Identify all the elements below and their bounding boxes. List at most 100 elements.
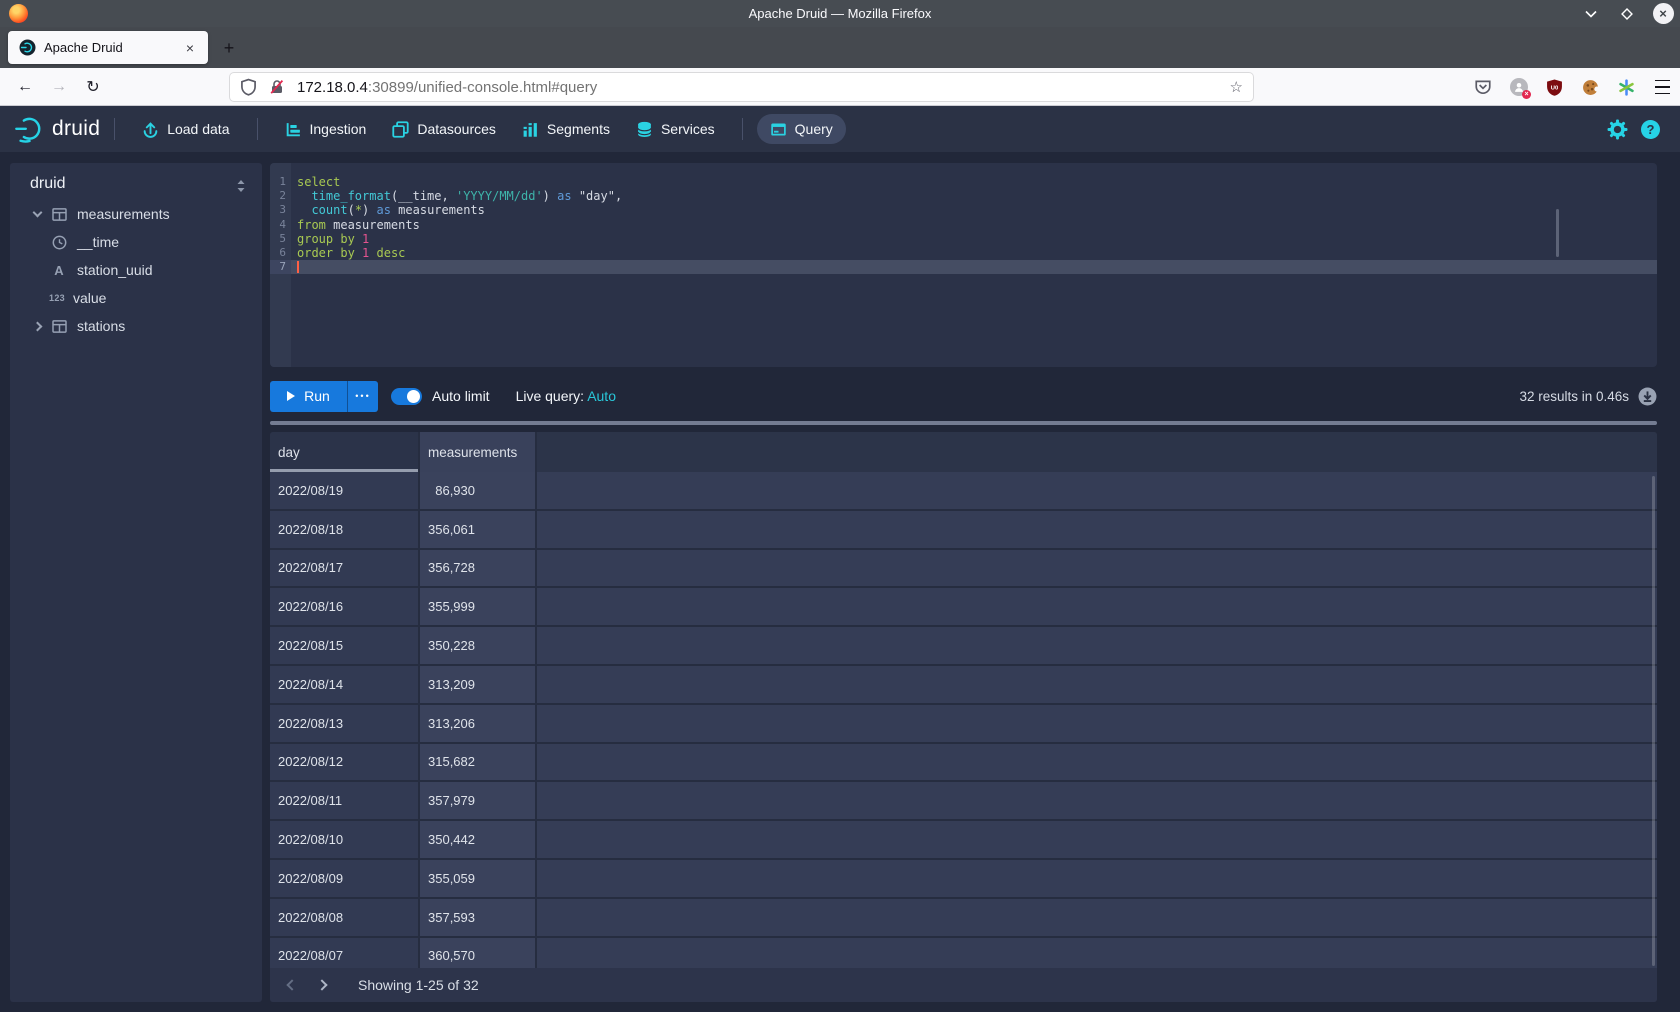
cell-day[interactable]: 2022/08/12 — [270, 744, 420, 783]
sql-editor[interactable]: 1234567 select time_format(__time, 'YYYY… — [270, 163, 1657, 367]
settings-gear-icon[interactable] — [1607, 119, 1628, 140]
cell-day[interactable]: 2022/08/13 — [270, 705, 420, 744]
cell-measurements[interactable]: 356,728 — [420, 550, 537, 589]
cell-measurements[interactable]: 350,228 — [420, 627, 537, 666]
cell-day[interactable]: 2022/08/11 — [270, 782, 420, 821]
tree-item-measurements[interactable]: measurements — [10, 200, 262, 228]
window-maximize-icon[interactable] — [1616, 3, 1638, 25]
asterisk-extension-icon[interactable] — [1617, 78, 1636, 97]
url-text[interactable]: 172.18.0.4:30899/unified-console.html#qu… — [297, 79, 597, 96]
cell-measurements[interactable]: 355,999 — [420, 588, 537, 627]
code-line[interactable] — [297, 260, 1657, 274]
column-header-measurements[interactable]: measurements — [420, 432, 537, 472]
next-page-icon[interactable] — [316, 979, 327, 990]
cell-day[interactable]: 2022/08/16 — [270, 588, 420, 627]
cell-measurements[interactable]: 355,059 — [420, 860, 537, 899]
cell-measurements[interactable]: 315,682 — [420, 744, 537, 783]
code-token: select — [297, 175, 340, 189]
table-row[interactable]: 2022/08/12315,682 — [270, 744, 1657, 783]
cell-measurements[interactable]: 313,209 — [420, 666, 537, 705]
back-button[interactable]: ← — [12, 75, 38, 99]
table-row[interactable]: 2022/08/18356,061 — [270, 511, 1657, 550]
tree-item-time[interactable]: __time — [10, 228, 262, 256]
reload-button[interactable]: ↻ — [80, 75, 106, 99]
services-icon — [636, 121, 653, 138]
nav-item-segments[interactable]: Segments — [509, 114, 623, 144]
table-row[interactable]: 2022/08/11357,979 — [270, 782, 1657, 821]
help-icon[interactable]: ? — [1641, 120, 1660, 139]
extension-disabled-icon[interactable]: × — [1509, 78, 1528, 97]
shield-icon[interactable] — [240, 78, 257, 96]
cell-day[interactable]: 2022/08/10 — [270, 821, 420, 860]
nav-item-services[interactable]: Services — [623, 114, 728, 144]
cell-day[interactable]: 2022/08/19 — [270, 472, 420, 511]
tree-item-station-uuid[interactable]: A station_uuid — [10, 256, 262, 284]
code-line[interactable]: order by 1 desc — [297, 246, 1657, 260]
code-line[interactable]: select — [297, 175, 1657, 189]
nav-item-query[interactable]: Query — [757, 114, 846, 144]
new-tab-button[interactable]: + — [216, 35, 242, 61]
divider — [114, 118, 115, 140]
browser-tab[interactable]: Apache Druid × — [8, 31, 208, 64]
previous-page-icon[interactable] — [286, 979, 297, 990]
nav-item-load-data[interactable]: Load data — [129, 114, 242, 144]
table-row[interactable]: 2022/08/08357,593 — [270, 899, 1657, 938]
run-more-button[interactable]: ••• — [347, 381, 378, 412]
pocket-icon[interactable] — [1473, 78, 1492, 97]
nav-label: Segments — [547, 121, 610, 137]
code-line[interactable]: group by 1 — [297, 232, 1657, 246]
schema-title[interactable]: druid — [30, 175, 66, 193]
url-bar[interactable]: 172.18.0.4:30899/unified-console.html#qu… — [230, 73, 1253, 101]
table-row[interactable]: 2022/08/1986,930 — [270, 472, 1657, 511]
cell-measurements[interactable]: 356,061 — [420, 511, 537, 550]
live-query-value[interactable]: Auto — [587, 388, 616, 404]
cell-measurements[interactable]: 86,930 — [420, 472, 537, 511]
download-icon[interactable] — [1638, 387, 1657, 406]
code-line[interactable]: from measurements — [297, 218, 1657, 232]
code-line[interactable]: time_format(__time, 'YYYY/MM/dd') as "da… — [297, 189, 1657, 203]
table-scrollbar-thumb[interactable] — [1652, 476, 1655, 966]
insecure-lock-icon[interactable] — [269, 79, 285, 95]
bookmark-star-icon[interactable]: ☆ — [1230, 78, 1243, 96]
cell-measurements[interactable]: 313,206 — [420, 705, 537, 744]
druid-brand[interactable]: druid — [14, 114, 100, 144]
editor-code-area[interactable]: select time_format(__time, 'YYYY/MM/dd')… — [291, 163, 1657, 367]
table-row[interactable]: 2022/08/17356,728 — [270, 550, 1657, 589]
resize-splitter-handle[interactable] — [270, 421, 1657, 425]
table-row[interactable]: 2022/08/09355,059 — [270, 860, 1657, 899]
chevron-right-icon[interactable] — [32, 321, 42, 331]
ingestion-icon — [285, 121, 302, 138]
window-minimize-icon[interactable] — [1580, 3, 1602, 25]
cell-day[interactable]: 2022/08/15 — [270, 627, 420, 666]
cell-day[interactable]: 2022/08/17 — [270, 550, 420, 589]
nav-item-datasources[interactable]: Datasources — [379, 114, 509, 144]
chevron-down-icon[interactable] — [32, 208, 42, 218]
cell-day[interactable]: 2022/08/09 — [270, 860, 420, 899]
run-button[interactable]: Run — [270, 381, 347, 412]
tab-close-icon[interactable]: × — [180, 40, 200, 56]
table-row[interactable]: 2022/08/14313,209 — [270, 666, 1657, 705]
window-close-icon[interactable]: × — [1652, 3, 1674, 25]
column-header-day[interactable]: day — [270, 432, 420, 472]
auto-limit-toggle[interactable] — [391, 388, 422, 405]
sort-double-caret-icon[interactable] — [236, 179, 246, 193]
tree-item-stations[interactable]: stations — [10, 312, 262, 340]
menu-hamburger-icon[interactable] — [1653, 78, 1672, 97]
code-line[interactable]: count(*) as measurements — [297, 203, 1657, 217]
cell-measurements[interactable]: 357,979 — [420, 782, 537, 821]
table-row[interactable]: 2022/08/16355,999 — [270, 588, 1657, 627]
table-row[interactable]: 2022/08/10350,442 — [270, 821, 1657, 860]
table-row[interactable]: 2022/08/15350,228 — [270, 627, 1657, 666]
ublock-origin-icon[interactable]: U0 — [1545, 78, 1564, 97]
tree-item-value[interactable]: 123 value — [10, 284, 262, 312]
cell-measurements[interactable]: 357,593 — [420, 899, 537, 938]
cell-measurements[interactable]: 350,442 — [420, 821, 537, 860]
table-row[interactable]: 2022/08/13313,206 — [270, 705, 1657, 744]
cookie-extension-icon[interactable] — [1581, 78, 1600, 97]
cell-day[interactable]: 2022/08/18 — [270, 511, 420, 550]
cell-day[interactable]: 2022/08/14 — [270, 666, 420, 705]
window-titlebar: Apache Druid — Mozilla Firefox × — [0, 0, 1680, 27]
nav-item-ingestion[interactable]: Ingestion — [272, 114, 380, 144]
forward-button[interactable]: → — [46, 75, 72, 99]
cell-day[interactable]: 2022/08/08 — [270, 899, 420, 938]
